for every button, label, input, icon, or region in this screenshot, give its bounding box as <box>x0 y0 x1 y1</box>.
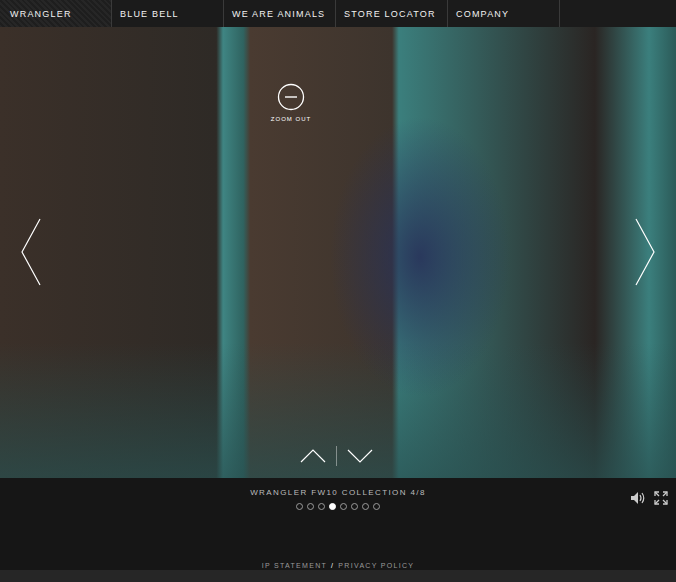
caption: WRANGLER FW10 COLLECTION 4/8 <box>250 488 426 497</box>
previous-button[interactable] <box>20 217 42 290</box>
pager: WRANGLER FW10 COLLECTION 4/8 <box>250 478 426 558</box>
zoom-out-label: ZOOM OUT <box>271 116 311 122</box>
page: WRANGLERBLUE BELLWE ARE ANIMALSSTORE LOC… <box>0 0 676 582</box>
chevron-right-icon <box>634 217 656 287</box>
nav-item[interactable]: STORE LOCATOR <box>336 0 448 27</box>
chevron-up-icon <box>300 449 326 463</box>
bottom-strip <box>0 570 676 582</box>
footer-separator: / <box>331 562 334 569</box>
pager-dot[interactable] <box>318 503 325 510</box>
nav-item[interactable]: WRANGLER <box>0 0 112 27</box>
footer: IP STATEMENT / PRIVACY POLICY <box>0 558 676 570</box>
separator <box>336 446 337 466</box>
top-nav: WRANGLERBLUE BELLWE ARE ANIMALSSTORE LOC… <box>0 0 676 27</box>
up-button[interactable] <box>300 449 326 463</box>
pager-dot[interactable] <box>307 503 314 510</box>
dots <box>296 503 380 510</box>
nav-item[interactable]: COMPANY <box>448 0 560 27</box>
nav-item[interactable]: BLUE BELL <box>112 0 224 27</box>
tools <box>426 478 676 558</box>
fullscreen-icon[interactable] <box>654 491 668 505</box>
collection-photo: ZOOM OUT <box>0 27 676 478</box>
pager-dot[interactable] <box>296 503 303 510</box>
pager-dot[interactable] <box>362 503 369 510</box>
down-button[interactable] <box>347 449 373 463</box>
pager-dot[interactable] <box>351 503 358 510</box>
zoom-out-icon <box>277 83 305 111</box>
chevron-left-icon <box>20 217 42 287</box>
footer-link[interactable]: PRIVACY POLICY <box>338 562 414 569</box>
pager-dot[interactable] <box>340 503 347 510</box>
pager-dot[interactable] <box>329 503 336 510</box>
chevron-down-icon <box>347 449 373 463</box>
footer-link[interactable]: IP STATEMENT <box>262 562 327 569</box>
sound-icon[interactable] <box>630 491 646 505</box>
zoom-out-button[interactable]: ZOOM OUT <box>266 83 316 122</box>
nav-item[interactable]: WE ARE ANIMALS <box>224 0 336 27</box>
vertical-nav <box>300 446 373 466</box>
next-button[interactable] <box>634 217 656 290</box>
controls: WRANGLER FW10 COLLECTION 4/8 <box>0 478 676 558</box>
pager-dot[interactable] <box>373 503 380 510</box>
